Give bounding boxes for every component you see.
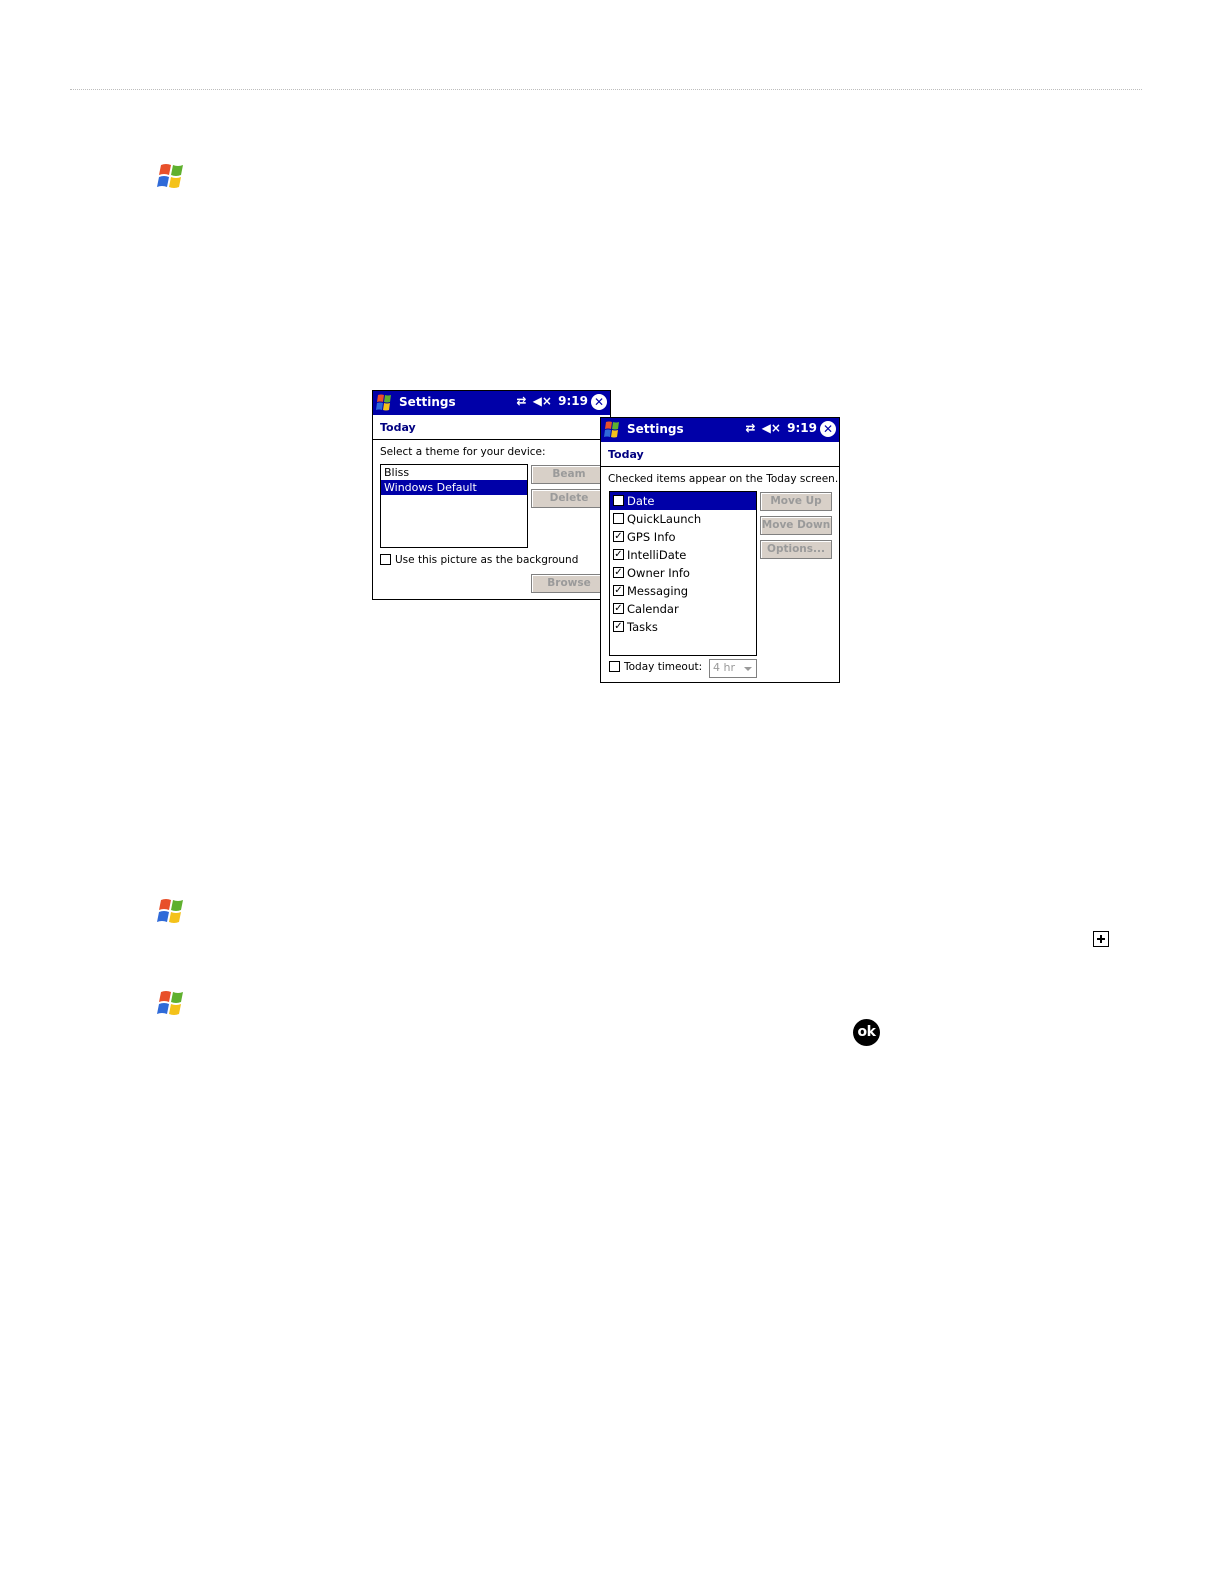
theme-list[interactable]: Bliss Windows Default <box>380 464 528 548</box>
clock[interactable]: 9:19 <box>558 394 588 408</box>
browse-button[interactable]: Browse <box>531 574 607 593</box>
today-items-list[interactable]: Date QuickLaunch ✓ GPS Info ✓ IntelliDate … <box>609 491 757 656</box>
status-area: ⇄ ◀× 9:19 <box>514 394 588 408</box>
background-checkbox-row[interactable]: Use this picture as the background <box>380 553 579 566</box>
item-checkbox-checked[interactable]: ✓ <box>613 531 624 542</box>
list-item-owner-info[interactable]: ✓ Owner Info <box>610 564 756 582</box>
item-label: Calendar <box>627 602 679 616</box>
list-item-calendar[interactable]: ✓ Calendar <box>610 600 756 618</box>
windows-flag-icon <box>157 164 183 188</box>
timeout-value: 4 hr <box>713 661 735 674</box>
title-bar: Settings ⇄ ◀× 9:19 ✕ <box>601 418 839 442</box>
section-title: Today <box>380 421 416 434</box>
delete-button[interactable]: Delete <box>531 489 607 508</box>
window-title: Settings <box>399 395 456 409</box>
connectivity-icon[interactable]: ⇄ <box>745 421 755 435</box>
list-item-tasks[interactable]: ✓ Tasks <box>610 618 756 636</box>
divider <box>601 466 839 467</box>
list-item-selected[interactable]: Windows Default <box>381 480 527 495</box>
title-bar: Settings ⇄ ◀× 9:19 ✕ <box>373 391 610 415</box>
status-area: ⇄ ◀× 9:19 <box>743 421 817 435</box>
item-checkbox-checked[interactable]: ✓ <box>613 585 624 596</box>
item-label: Date <box>627 494 655 508</box>
item-label: GPS Info <box>627 530 676 544</box>
list-item-gps-info[interactable]: ✓ GPS Info <box>610 528 756 546</box>
close-icon[interactable]: ✕ <box>591 394 607 410</box>
items-prompt: Checked items appear on the Today screen… <box>608 473 839 485</box>
chevron-down-icon <box>744 667 752 671</box>
list-item-date[interactable]: Date <box>610 492 756 510</box>
volume-muted-icon[interactable]: ◀× <box>762 421 781 435</box>
timeout-label: Today timeout: <box>624 661 703 673</box>
item-label: IntelliDate <box>627 548 687 562</box>
timeout-row[interactable]: Today timeout: <box>609 660 703 673</box>
ok-button-icon[interactable]: ok <box>853 1019 880 1046</box>
clock[interactable]: 9:19 <box>787 421 817 435</box>
start-menu-icon[interactable] <box>374 392 396 414</box>
list-item[interactable]: Bliss <box>381 465 527 480</box>
item-label: Tasks <box>627 620 658 634</box>
start-menu-icon[interactable] <box>602 419 624 441</box>
section-title: Today <box>608 448 644 461</box>
background-checkbox-label: Use this picture as the background <box>395 554 579 566</box>
connectivity-icon[interactable]: ⇄ <box>516 394 526 408</box>
move-up-button[interactable]: Move Up <box>760 492 832 511</box>
item-checkbox-checked[interactable]: ✓ <box>613 567 624 578</box>
window-title: Settings <box>627 422 684 436</box>
volume-muted-icon[interactable]: ◀× <box>533 394 552 408</box>
today-items-screen: Settings ⇄ ◀× 9:19 ✕ Today Checked items… <box>600 417 840 683</box>
close-icon[interactable]: ✕ <box>820 421 836 437</box>
item-checkbox[interactable] <box>613 495 624 506</box>
background-checkbox[interactable] <box>380 553 391 565</box>
list-item-messaging[interactable]: ✓ Messaging <box>610 582 756 600</box>
top-dotted-rule <box>70 89 1142 90</box>
item-checkbox[interactable] <box>613 513 624 524</box>
move-down-button[interactable]: Move Down <box>760 516 832 535</box>
theme-prompt: Select a theme for your device: <box>380 446 546 458</box>
divider <box>373 439 610 440</box>
list-item-quicklaunch[interactable]: QuickLaunch <box>610 510 756 528</box>
options-button[interactable]: Options... <box>760 540 832 559</box>
today-theme-screen: Settings ⇄ ◀× 9:19 ✕ Today Select a them… <box>372 390 611 600</box>
list-item-intellidate[interactable]: ✓ IntelliDate <box>610 546 756 564</box>
beam-button[interactable]: Beam <box>531 465 607 484</box>
item-checkbox-checked[interactable]: ✓ <box>613 549 624 560</box>
timeout-dropdown[interactable]: 4 hr <box>709 659 757 678</box>
item-checkbox-checked[interactable]: ✓ <box>613 603 624 614</box>
plus-box-icon[interactable] <box>1093 931 1109 947</box>
timeout-checkbox[interactable] <box>609 660 620 672</box>
item-label: Messaging <box>627 584 689 598</box>
windows-flag-icon <box>157 991 183 1015</box>
item-checkbox-checked[interactable]: ✓ <box>613 621 624 632</box>
item-label: QuickLaunch <box>627 512 702 526</box>
item-label: Owner Info <box>627 566 690 580</box>
windows-flag-icon <box>157 899 183 923</box>
